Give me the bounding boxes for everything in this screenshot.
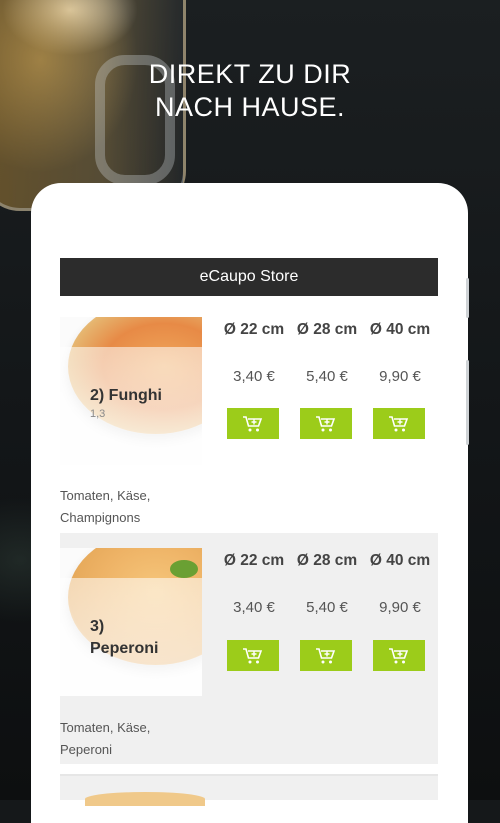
add-to-cart-icon xyxy=(243,647,263,663)
hero-headline: DIREKT ZU DIR NACH HAUSE. xyxy=(0,58,500,124)
add-to-cart-icon xyxy=(316,415,336,431)
add-to-cart-icon xyxy=(243,415,263,431)
add-to-cart-button-28[interactable] xyxy=(300,640,352,671)
pizza-photo xyxy=(85,792,205,806)
store-title: eCaupo Store xyxy=(199,268,299,285)
add-to-cart-icon xyxy=(316,647,336,663)
hero-line-2: NACH HAUSE. xyxy=(154,92,346,122)
store-header: eCaupo Store xyxy=(60,258,438,296)
price-22: 3,40 € xyxy=(233,368,275,385)
pizza-image: 2) Funghi 1,3 xyxy=(60,317,202,465)
size-label-22: Ø 22 cm xyxy=(223,321,285,338)
product-description: Tomaten, Käse, Peperoni xyxy=(60,720,151,757)
price-28: 5,40 € xyxy=(306,368,348,385)
add-to-cart-icon xyxy=(389,415,409,431)
phone-side-button xyxy=(466,360,469,445)
size-label-28: Ø 28 cm xyxy=(296,552,358,569)
add-to-cart-icon xyxy=(389,647,409,663)
add-to-cart-button-40[interactable] xyxy=(373,408,425,439)
price-22: 3,40 € xyxy=(233,599,275,616)
size-label-22: Ø 22 cm xyxy=(223,552,285,569)
add-to-cart-button-22[interactable] xyxy=(227,408,279,439)
add-to-cart-button-22[interactable] xyxy=(227,640,279,671)
add-to-cart-button-40[interactable] xyxy=(373,640,425,671)
phone-side-button xyxy=(466,278,469,318)
price-40: 9,90 € xyxy=(379,368,421,385)
add-to-cart-button-28[interactable] xyxy=(300,408,352,439)
size-label-40: Ø 40 cm xyxy=(369,321,431,338)
price-28: 5,40 € xyxy=(306,599,348,616)
product-item-partial xyxy=(60,776,438,806)
size-label-28: Ø 28 cm xyxy=(296,321,358,338)
pizza-image: 3) Peperoni xyxy=(60,548,202,696)
product-description: Tomaten, Käse, Champignons xyxy=(60,488,151,525)
product-item-peperoni: 3) Peperoni Ø 22 cm Ø 28 cm Ø 40 cm 3,40… xyxy=(60,533,438,764)
product-item-funghi: 2) Funghi 1,3 Ø 22 cm Ø 28 cm Ø 40 cm 3,… xyxy=(60,317,438,548)
price-40: 9,90 € xyxy=(379,599,421,616)
basil-leaf xyxy=(170,560,198,578)
hero-line-1: DIREKT ZU DIR xyxy=(148,59,352,89)
product-code: 1,3 xyxy=(90,408,106,420)
product-name: 3) Peperoni xyxy=(90,618,159,657)
product-name: 2) Funghi xyxy=(90,387,162,404)
size-label-40: Ø 40 cm xyxy=(369,552,431,569)
